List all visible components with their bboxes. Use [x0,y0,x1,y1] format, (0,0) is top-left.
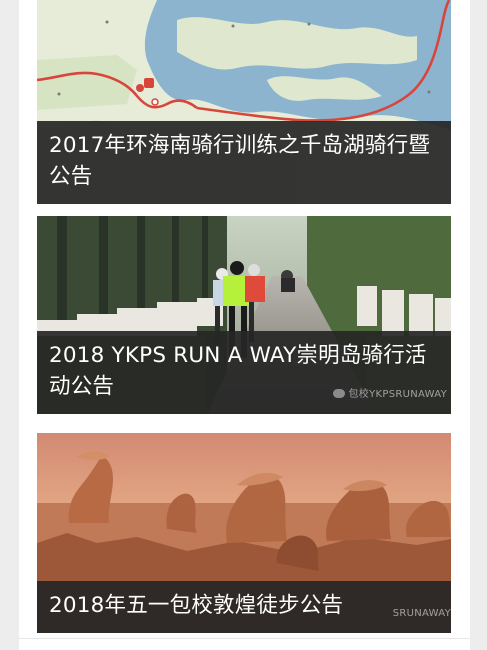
left-margin [0,0,20,650]
article-feed: 2017年环海南骑行训练之千岛湖骑行暨公告 2018 YKPS RUN A WA… [0,0,487,650]
article-card-dunhuang-hike[interactable]: 2018年五一包校敦煌徒步公告 SRUNAWAY [37,433,451,633]
article-list: 2017年环海南骑行训练之千岛湖骑行暨公告 2018 YKPS RUN A WA… [19,0,470,650]
article-title: 2018年五一包校敦煌徒步公告 [37,581,451,633]
watermark: 包校YKPSRUNAWAY [332,385,448,400]
right-margin [469,0,487,650]
divider [19,638,470,639]
watermark: SRUNAWAY [392,608,451,619]
article-card-chongming-cycling[interactable]: 2018 YKPS RUN A WAY崇明岛骑行活动公告 包校YKPSRUNAW… [37,216,451,414]
article-card-qiandao-lake[interactable]: 2017年环海南骑行训练之千岛湖骑行暨公告 [37,0,451,204]
article-title: 2017年环海南骑行训练之千岛湖骑行暨公告 [37,121,451,204]
article-title: 2018 YKPS RUN A WAY崇明岛骑行活动公告 [37,331,451,414]
wechat-icon [332,389,345,398]
